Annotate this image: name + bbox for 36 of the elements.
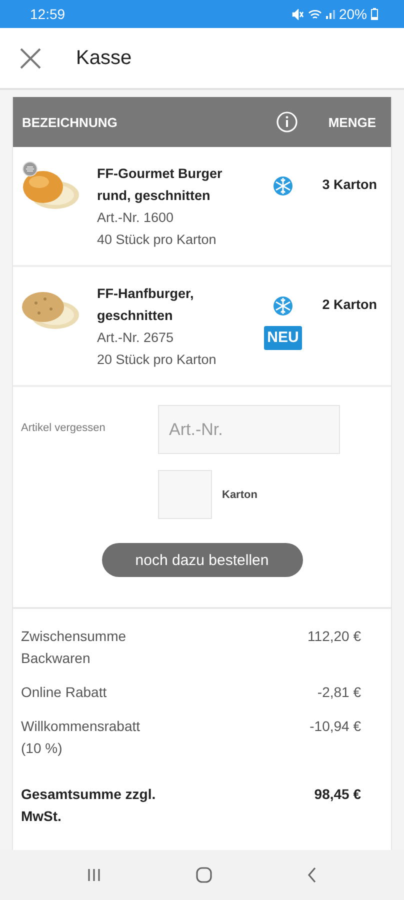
close-button[interactable] xyxy=(20,48,41,68)
pack-size: 40 Stück pro Karton xyxy=(97,231,218,249)
unit-label: Karton xyxy=(222,488,258,500)
total-label: Online Rabatt xyxy=(21,683,108,702)
order-more-button[interactable]: noch dazu bestellen xyxy=(102,543,302,577)
mute-icon xyxy=(292,8,304,20)
column-header: MENGE xyxy=(328,114,376,130)
battery-level: 20% xyxy=(338,6,367,22)
article-number: Art.-Nr. 1600 xyxy=(97,209,175,227)
quantity: 3 Karton xyxy=(321,176,378,194)
total-value: 98,45 € xyxy=(314,785,361,804)
signal-icon xyxy=(326,9,335,19)
total-value: 112,20 € xyxy=(308,627,361,646)
total-value: -2,81 € xyxy=(317,683,361,702)
column-header: BEZEICHNUNG xyxy=(22,114,118,130)
info-icon[interactable] xyxy=(276,111,298,133)
home-button[interactable] xyxy=(196,867,212,883)
article-number: Art.-Nr. 2675 xyxy=(97,329,175,347)
field-label: Artikel vergessen xyxy=(21,421,106,434)
wifi-icon xyxy=(308,8,322,20)
quantity: 2 Karton xyxy=(321,296,378,314)
total-label: Zwischensumme Backwaren xyxy=(21,627,128,668)
new-badge: NEU xyxy=(264,326,302,350)
back-button[interactable] xyxy=(306,867,317,883)
article-number-field[interactable]: Art.-Nr. xyxy=(158,405,340,454)
battery-icon xyxy=(371,8,378,20)
total-value: -10,94 € xyxy=(310,717,361,736)
pack-size: 20 Stück pro Karton xyxy=(97,351,218,369)
quantity-field[interactable] xyxy=(158,470,212,519)
clock: 12:59 xyxy=(30,6,66,22)
total-label: Willkommensrabatt (10 %) xyxy=(21,717,142,758)
recent-apps-button[interactable] xyxy=(87,868,102,882)
product-name: FF-Hanfburger, geschnitten xyxy=(97,285,195,325)
total-label: Gesamtsumme zzgl. MwSt. xyxy=(21,785,156,826)
product-name: FF-Gourmet Burger rund, geschnitten xyxy=(97,165,224,205)
page-title: Kasse xyxy=(76,46,132,70)
